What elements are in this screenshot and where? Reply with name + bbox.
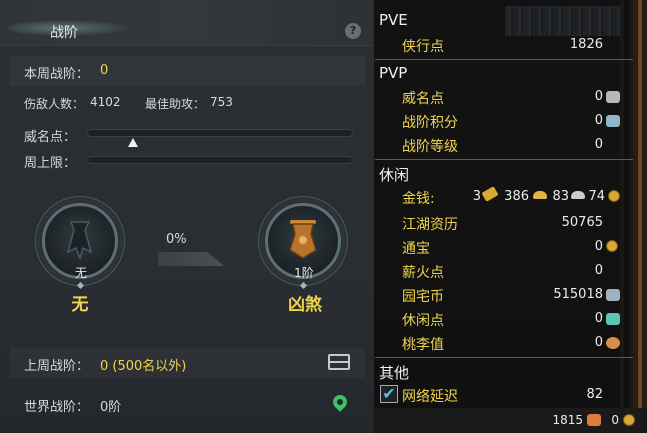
next-emblem-label: 1阶	[294, 266, 314, 280]
help-icon[interactable]: ?	[345, 23, 361, 39]
pvp-section-title: PVP	[379, 64, 408, 82]
progress-arrow	[158, 252, 224, 266]
section-divider	[375, 59, 633, 60]
leisure-item-label: 休闲点	[402, 313, 444, 329]
leisure-item-label: 薪火点	[402, 265, 444, 281]
rank-panel-header: 战阶 ?	[0, 0, 374, 46]
assist-label: 最佳助攻：	[145, 97, 206, 111]
money-label: 金钱:	[402, 191, 435, 207]
latency-checkbox[interactable]: ✔	[380, 385, 398, 403]
coin-icon	[623, 414, 635, 426]
leisure-item-label: 江湖资历	[402, 217, 458, 233]
weekly-cap-bar	[87, 156, 353, 164]
weekly-rank-value: 0	[100, 63, 109, 78]
gold-ingot-icon	[533, 191, 547, 199]
pve-item-label: 侠行点	[402, 39, 444, 55]
house-coin-icon	[606, 289, 620, 301]
current-rank-name: 无	[71, 295, 89, 315]
location-pin-icon[interactable]	[330, 392, 350, 412]
next-rank-name: 凶煞	[288, 295, 322, 315]
latency-value: 82	[586, 387, 603, 402]
prestige-bar	[87, 129, 353, 137]
pvp-item-label: 战阶等级	[402, 139, 458, 155]
panel-title: 战阶	[50, 25, 78, 41]
leisure-item-label: 通宝	[402, 241, 430, 257]
leisure-item-value: 0	[594, 263, 603, 278]
bottom-value-2: 0	[611, 413, 619, 427]
section-divider	[375, 159, 633, 160]
money-copper-value: 83	[552, 189, 569, 204]
boot-icon	[587, 414, 601, 426]
silver-ingot-icon	[571, 191, 585, 199]
weekly-rank-label: 本周战阶：	[24, 67, 90, 82]
kills-value: 4102	[90, 95, 121, 109]
pvp-item-value: 0	[594, 137, 603, 152]
leisure-item-value: 50765	[561, 215, 603, 230]
peach-icon	[606, 337, 620, 349]
leisure-item-value: 0	[594, 335, 603, 350]
copper-coin-icon	[608, 190, 620, 202]
rank-panel: 战阶 ? 本周战阶： 0 伤敌人数： 4102 最佳助攻： 753 威名点： 周…	[0, 0, 375, 433]
leisure-item-value: 0	[594, 239, 603, 254]
money-silver-value: 386	[504, 189, 529, 204]
pvp-item-label: 战阶积分	[402, 115, 458, 131]
section-divider	[375, 357, 633, 358]
tongbao-coin-icon	[606, 240, 618, 252]
world-rank-label: 世界战阶：	[24, 400, 90, 415]
leisure-item-label: 桃李值	[402, 337, 444, 353]
rank-progress-percent: 0%	[166, 232, 187, 247]
kills-label: 伤敌人数：	[24, 97, 85, 111]
assist-value: 753	[210, 95, 233, 109]
prestige-marker	[128, 138, 138, 147]
money-gold-value: 3	[472, 189, 481, 204]
weekly-cap-label: 周上限：	[24, 156, 77, 171]
latency-label: 网络延迟	[402, 389, 458, 405]
leisure-item-value: 515018	[553, 287, 603, 302]
last-week-value: 0 (500名以外)	[100, 359, 187, 374]
pvp-item-value: 0	[594, 113, 603, 128]
pvp-item-label: 威名点	[402, 91, 444, 107]
leisure-section-title: 休闲	[379, 166, 410, 184]
money-other-value: 74	[588, 189, 605, 204]
pvp-item-value: 0	[594, 89, 603, 104]
currency-panel: PVE 侠行点 1826 PVP 威名点 0 战阶积分 0 战阶等级 0 休闲 …	[375, 0, 647, 433]
pve-section-title: PVE	[379, 11, 408, 29]
world-rank-value: 0阶	[100, 400, 122, 415]
reward-chest-icon[interactable]	[328, 354, 350, 370]
leisure-item-value: 0	[594, 311, 603, 326]
bottom-status-bar: 1815 0	[375, 408, 647, 433]
bottom-value-1: 1815	[552, 413, 583, 427]
prestige-label: 威名点：	[24, 130, 77, 145]
rank-score-icon	[606, 115, 620, 127]
current-emblem-label: 无	[74, 266, 87, 280]
leisure-point-icon	[606, 313, 620, 325]
prestige-currency-icon	[606, 91, 620, 103]
other-section-title: 其他	[379, 364, 410, 382]
last-week-label: 上周战阶：	[24, 359, 90, 374]
leisure-item-label: 园宅币	[402, 289, 444, 305]
pve-item-value: 1826	[569, 37, 603, 52]
